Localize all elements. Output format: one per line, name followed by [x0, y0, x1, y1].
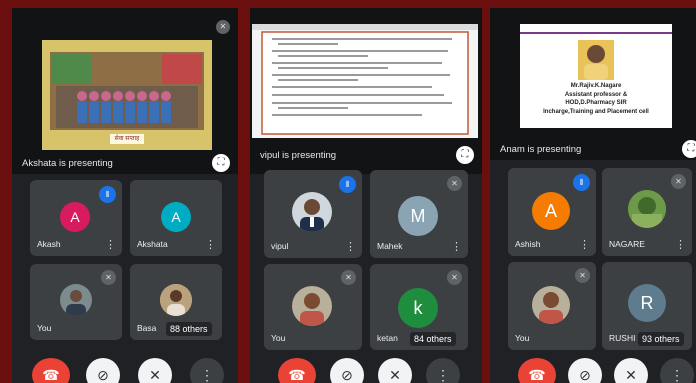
meet-panel-2: vipul is presenting ⛶ ⦀ vipul ⋮ ✕ M Mahe… [250, 8, 482, 383]
fullscreen-icon[interactable]: ⛶ [212, 154, 230, 172]
others-count[interactable]: 88 others [166, 322, 212, 336]
end-call-icon[interactable]: ☎ [278, 358, 316, 383]
fullscreen-icon[interactable]: ⛶ [456, 146, 474, 164]
more-options-icon[interactable]: ⋮ [205, 240, 216, 251]
participant-name: RUSHI [609, 333, 636, 343]
participant-name: Akshata [137, 239, 168, 249]
camera-off-icon[interactable]: ⊘ [330, 358, 364, 383]
mic-off-icon: ✕ [216, 20, 230, 34]
camera-off-icon[interactable]: ⊘ [86, 358, 120, 383]
avatar: A [161, 202, 191, 232]
meet-panel-3: Mr.Rajiv.K.Nagare Assistant professor & … [490, 8, 696, 383]
avatar: A [532, 192, 570, 230]
presenter-label: Akshata is presenting [22, 158, 113, 169]
more-options-icon[interactable]: ⋮ [345, 242, 356, 253]
presentation-area[interactable]: ✕ सेवा सप्ताह Akshata is presenting ⛶ [12, 8, 238, 174]
participant-name: Basa [137, 323, 157, 333]
avatar [628, 190, 666, 228]
participant-tile[interactable]: ⦀ A Akash ⋮ [30, 180, 122, 256]
shared-screen: Mr.Rajiv.K.Nagare Assistant professor & … [520, 24, 672, 128]
mic-off-icon: ✕ [447, 270, 462, 285]
shared-screen [252, 24, 478, 138]
participant-name: NAGARE [609, 239, 645, 249]
others-count[interactable]: 84 others [410, 332, 456, 346]
shared-screen: सेवा सप्ताह [42, 40, 212, 150]
document-page-image [252, 24, 478, 138]
speaking-icon: ⦀ [99, 186, 116, 203]
more-options-icon[interactable]: ⋮ [675, 240, 686, 251]
participant-tile[interactable]: ⦀ A Ashish ⋮ [508, 168, 596, 256]
participant-name: Mahek [377, 241, 403, 251]
presenter-label: vipul is presenting [260, 150, 337, 161]
mic-off-icon: ✕ [575, 268, 590, 283]
mic-off-icon[interactable]: ✕ [614, 358, 648, 383]
slide-line: Assistant professor & [564, 91, 628, 98]
participant-tile[interactable]: A Akshata ⋮ [130, 180, 222, 256]
participant-name: You [271, 333, 286, 343]
camera-off-icon[interactable]: ⊘ [568, 358, 602, 383]
mic-off-icon[interactable]: ✕ [138, 358, 172, 383]
more-options-icon[interactable]: ⋮ [426, 358, 460, 383]
more-options-icon[interactable]: ⋮ [451, 242, 462, 253]
participant-tile[interactable]: R RUSHI 93 others [602, 262, 692, 350]
slide-line: HOD,D.Pharmacy SIR [565, 100, 627, 106]
presenter-label: Anam is presenting [500, 144, 582, 155]
slide-line: Mr.Rajiv.K.Nagare [570, 83, 622, 89]
participant-name: You [515, 333, 530, 343]
mic-off-icon[interactable]: ✕ [378, 358, 412, 383]
avatar [532, 286, 570, 324]
avatar: R [628, 284, 666, 322]
more-options-icon[interactable]: ⋮ [579, 240, 590, 251]
mic-off-icon: ✕ [447, 176, 462, 191]
more-options-icon[interactable]: ⋮ [190, 358, 224, 383]
participant-name: Akash [37, 239, 61, 249]
presentation-area[interactable]: vipul is presenting ⛶ [250, 8, 482, 174]
avatar: k [398, 288, 438, 328]
meet-panel-1: ✕ सेवा सप्ताह Akshata is presenting ⛶ ⦀ … [12, 8, 238, 383]
participant-tile-self[interactable]: ✕ You [264, 264, 362, 350]
slide-line: Incharge,Training and Placement cell [543, 108, 649, 115]
slide-caption: सेवा सप्ताह [114, 136, 140, 142]
participant-tile-self[interactable]: ✕ You [30, 264, 122, 340]
end-call-icon[interactable]: ☎ [518, 358, 556, 383]
participant-name: You [37, 323, 52, 333]
participant-name: vipul [271, 241, 289, 251]
participant-tile[interactable]: ✕ k ketan 84 others [370, 264, 468, 350]
fullscreen-icon[interactable]: ⛶ [682, 140, 696, 158]
avatar [60, 284, 92, 316]
avatar [160, 284, 192, 316]
avatar: M [398, 196, 438, 236]
presentation-area[interactable]: Mr.Rajiv.K.Nagare Assistant professor & … [490, 8, 696, 160]
avatar [292, 286, 332, 326]
participant-tile[interactable]: Basa 88 others [130, 264, 222, 340]
participant-tile[interactable]: ✕ M Mahek ⋮ [370, 170, 468, 258]
speaking-icon: ⦀ [573, 174, 590, 191]
mic-off-icon: ✕ [341, 270, 356, 285]
participant-tile[interactable]: ⦀ vipul ⋮ [264, 170, 362, 258]
mic-off-icon: ✕ [101, 270, 116, 285]
more-options-icon[interactable]: ⋮ [105, 240, 116, 251]
participant-tile-self[interactable]: ✕ You [508, 262, 596, 350]
speaking-icon: ⦀ [339, 176, 356, 193]
avatar [292, 192, 332, 232]
mic-off-icon: ✕ [671, 174, 686, 189]
avatar: A [60, 202, 90, 232]
more-options-icon[interactable]: ⋮ [660, 358, 694, 383]
participant-tile[interactable]: ✕ NAGARE ⋮ [602, 168, 692, 256]
others-count[interactable]: 93 others [638, 332, 684, 346]
participant-name: ketan [377, 333, 398, 343]
end-call-icon[interactable]: ☎ [32, 358, 70, 383]
participant-name: Ashish [515, 239, 541, 249]
